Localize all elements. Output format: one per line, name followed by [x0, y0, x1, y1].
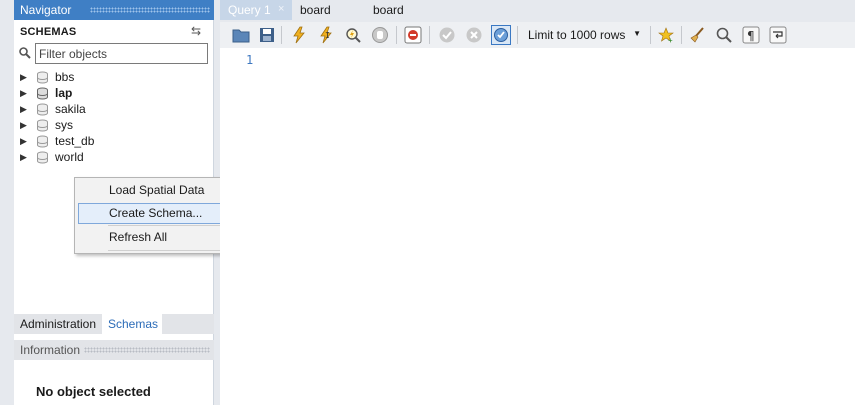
toolbar-separator [650, 26, 651, 44]
limit-rows-label: Limit to 1000 rows [528, 28, 626, 42]
svg-text:I: I [325, 31, 330, 40]
filter-objects-input[interactable] [35, 43, 208, 64]
beautify-button[interactable] [688, 25, 708, 45]
schema-label: lap [55, 86, 73, 100]
schema-label: world [55, 150, 84, 164]
limit-rows-select[interactable]: Limit to 1000 rows ▼ [522, 26, 646, 45]
broom-icon [690, 27, 704, 43]
database-icon [37, 135, 48, 148]
find-button[interactable] [714, 25, 734, 45]
navigator-title: Navigator [20, 3, 72, 17]
navigator-bottom-tabs: Administration Schemas [14, 314, 214, 334]
expand-arrow-icon[interactable]: ▶ [20, 136, 30, 147]
database-icon [37, 103, 48, 116]
schema-item-lap[interactable]: ▶ lap [20, 85, 210, 101]
schema-item-sys[interactable]: ▶ sys [20, 117, 210, 133]
hand-icon [372, 27, 388, 43]
stop-button[interactable] [370, 25, 390, 45]
search-icon [716, 27, 732, 43]
menu-item-refresh-all[interactable]: Refresh All [78, 227, 242, 248]
star-plus-icon: + [658, 27, 674, 44]
close-tab-icon[interactable]: × [278, 3, 284, 15]
toolbar-separator [517, 26, 518, 44]
schemas-section-title: SCHEMAS [20, 26, 77, 38]
filter-row [18, 43, 210, 65]
expand-arrow-icon[interactable]: ▶ [20, 152, 30, 163]
magnifier-lightning-icon [346, 28, 361, 43]
schema-label: bbs [55, 70, 75, 84]
navigator-header: Navigator [14, 0, 214, 20]
x-circle-icon [466, 27, 482, 43]
database-icon [37, 87, 48, 100]
toolbar-separator [681, 26, 682, 44]
commit-button[interactable] [437, 25, 457, 45]
rollback-button[interactable] [464, 25, 484, 45]
svg-text:¶: ¶ [747, 29, 755, 43]
schema-label: sys [55, 118, 73, 132]
menu-item-create-schema[interactable]: Create Schema... [78, 203, 242, 224]
tab-board[interactable]: board [292, 0, 362, 20]
toolbar-separator [396, 26, 397, 44]
menu-item-load-spatial-data[interactable]: Load Spatial Data [78, 180, 242, 201]
save-button[interactable] [257, 25, 277, 45]
toggle-autocommit-button[interactable] [491, 25, 511, 45]
schema-label: test_db [55, 134, 95, 148]
schema-item-sakila[interactable]: ▶ sakila [20, 101, 210, 117]
no-object-selected-text: No object selected [36, 384, 151, 399]
tab-label: Query 1 [228, 3, 271, 17]
toggle-invisible-chars-button[interactable]: ¶ [741, 25, 761, 45]
database-icon [37, 151, 48, 164]
tab-schemas[interactable]: Schemas [102, 314, 162, 334]
expand-arrow-icon[interactable]: ▶ [20, 88, 30, 99]
explain-button[interactable] [343, 25, 363, 45]
toolbar-separator [281, 26, 282, 44]
svg-text:+: + [668, 36, 673, 44]
editor-tab-bar: Query 1 × board board [220, 0, 855, 20]
expand-arrow-icon[interactable]: ▶ [20, 120, 30, 131]
open-file-button[interactable] [231, 25, 251, 45]
database-icon [37, 71, 48, 84]
autocommit-icon [494, 28, 508, 42]
schema-item-test-db[interactable]: ▶ test_db [20, 133, 210, 149]
toggle-word-wrap-button[interactable] [768, 25, 788, 45]
tab-query-1[interactable]: Query 1 × [220, 0, 292, 20]
database-icon [37, 119, 48, 132]
sql-editor-toolbar: I Limit to 1000 rows ▼ + ¶ [220, 22, 855, 48]
toggle-stop-on-error-button[interactable] [403, 25, 423, 45]
schema-tree: ▶ bbs ▶ lap ▶ sakila ▶ sys ▶ test_db ▶ w… [20, 69, 210, 165]
refresh-schemas-icon[interactable]: ⇆ [191, 24, 201, 38]
tab-administration[interactable]: Administration [14, 314, 102, 334]
dropdown-arrow-icon: ▼ [633, 29, 641, 38]
word-wrap-icon [769, 26, 787, 44]
save-icon [260, 28, 274, 42]
information-title: Information [20, 343, 81, 357]
stop-on-error-icon [404, 26, 422, 44]
schema-item-bbs[interactable]: ▶ bbs [20, 69, 210, 85]
search-icon [19, 47, 31, 59]
lightning-icon [293, 26, 305, 44]
add-snippet-button[interactable]: + [656, 25, 676, 45]
sql-editor[interactable]: 1 [220, 48, 855, 405]
pilcrow-icon: ¶ [742, 26, 760, 44]
toolbar-separator [429, 26, 430, 44]
schema-item-world[interactable]: ▶ world [20, 149, 210, 165]
execute-button[interactable] [289, 25, 309, 45]
information-header: Information [14, 340, 214, 360]
folder-icon [232, 29, 250, 43]
execute-current-button[interactable]: I [316, 25, 336, 45]
lightning-cursor-icon: I [320, 26, 332, 44]
line-number: 1 [246, 53, 254, 67]
tab-board-2[interactable]: board [365, 0, 435, 20]
check-circle-icon [439, 27, 455, 43]
expand-arrow-icon[interactable]: ▶ [20, 104, 30, 115]
expand-arrow-icon[interactable]: ▶ [20, 72, 30, 83]
schema-label: sakila [55, 102, 86, 116]
